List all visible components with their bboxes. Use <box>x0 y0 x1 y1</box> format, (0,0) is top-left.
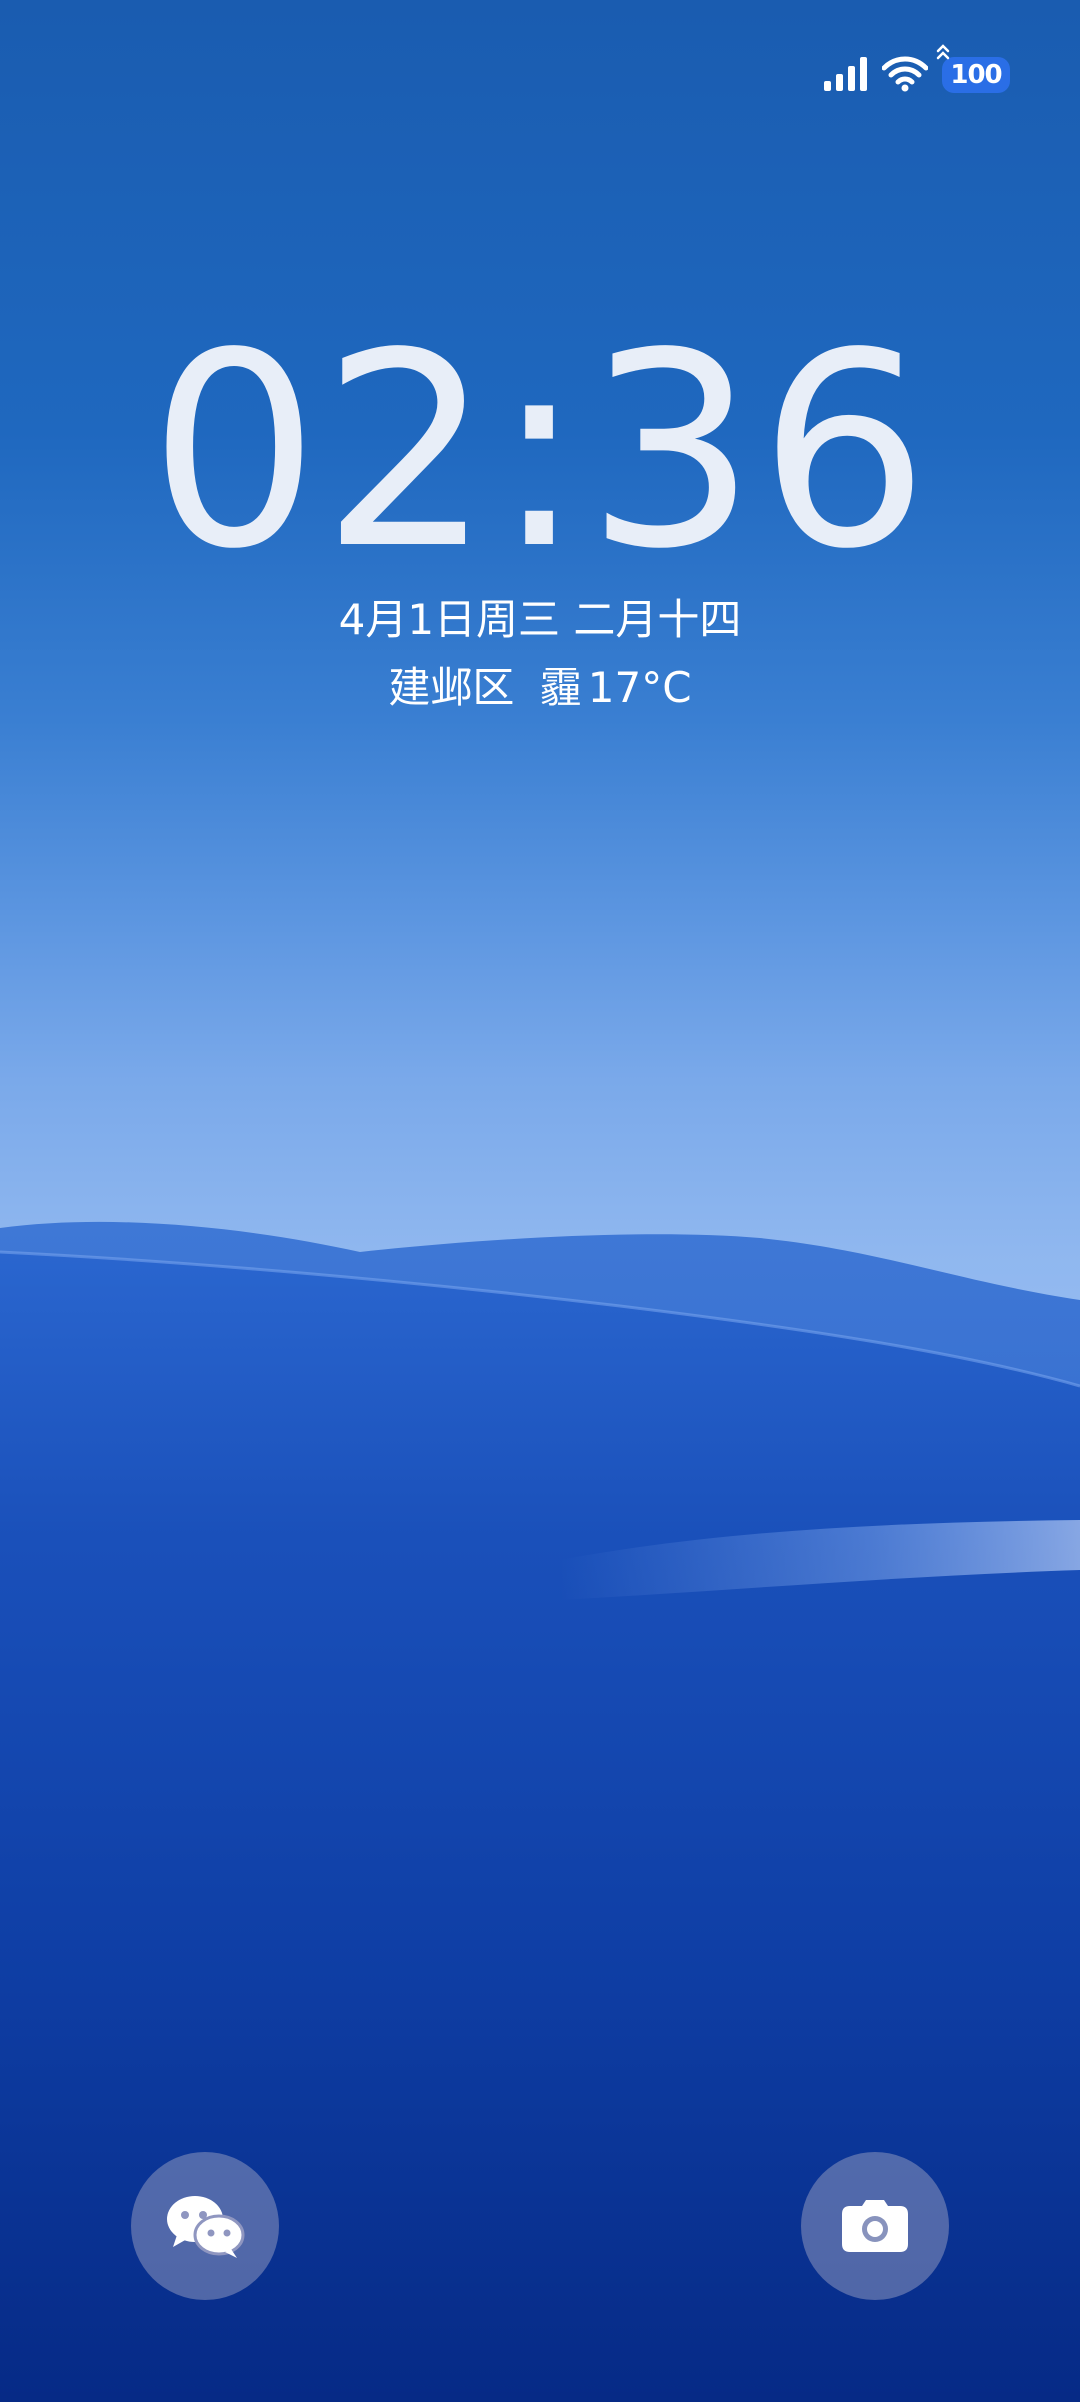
battery-level: 100 <box>950 60 1002 90</box>
camera-shortcut-button[interactable] <box>801 2152 949 2300</box>
lock-weather: 建邺区 霾 17°C <box>0 660 1080 716</box>
weather-location: 建邺区 <box>388 663 515 712</box>
battery-indicator: 100 <box>936 44 1010 93</box>
charging-arrows-icon <box>936 44 950 60</box>
lock-screen: 100 02:36 4月1日周三 二月十四 建邺区 霾 17°C <box>0 0 1080 2402</box>
wifi-icon <box>882 56 928 92</box>
lock-clock: 02:36 <box>148 296 932 608</box>
weather-condition: 霾 <box>539 663 582 712</box>
camera-icon <box>842 2200 908 2252</box>
lock-date: 4月1日周三 二月十四 <box>338 595 742 644</box>
cellular-signal-icon <box>824 57 867 91</box>
weather-temperature: 17°C <box>587 663 692 712</box>
wechat-shortcut-button[interactable] <box>131 2152 279 2300</box>
status-bar: 100 <box>824 44 1010 98</box>
wechat-icon <box>167 2196 245 2258</box>
